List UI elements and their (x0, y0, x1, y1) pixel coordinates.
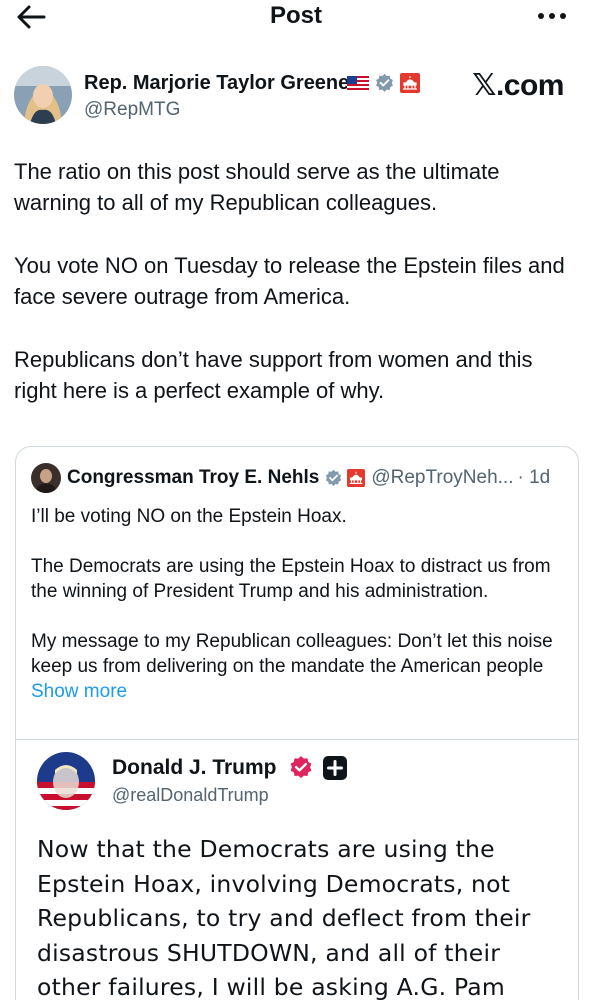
pink-verified-icon (290, 756, 312, 779)
nested-text: Now that the Democrats are using the Eps… (37, 835, 531, 1000)
quoted-paragraph: I’ll be voting NO on the Epstein Hoax. (31, 506, 347, 527)
nested-quoted-post[interactable]: Donald J. Trump @realDonaldTrump Now tha… (16, 739, 578, 1000)
quoted-text: I’ll be voting NO on the Epstein Hoax. T… (31, 504, 561, 729)
post-text: The ratio on this post should serve as t… (14, 156, 579, 438)
top-bar: Post (0, 0, 592, 40)
post-paragraph: Republicans don’t have support from wome… (14, 347, 539, 403)
capitol-icon (347, 469, 366, 487)
quoted-post-header: Congressman Troy E. Nehls @RepTroyNeh...… (31, 463, 571, 493)
quoted-avatar (31, 463, 61, 493)
us-flag-icon (347, 75, 369, 91)
author-name[interactable]: Rep. Marjorie Taylor Greene (84, 72, 349, 95)
author-handle[interactable]: @RepMTG (84, 99, 180, 121)
nested-handle: @realDonaldTrump (112, 785, 269, 805)
xcom-watermark: 𝕏.com (472, 69, 564, 102)
quoted-author-name: Congressman Troy E. Nehls (67, 467, 320, 488)
gray-verified-icon (326, 469, 342, 486)
nested-badges (288, 755, 348, 781)
author-badges (347, 72, 420, 94)
quoted-timestamp: · 1d (517, 467, 551, 488)
capitol-icon (400, 73, 420, 93)
nested-author-name: Donald J. Trump (112, 756, 277, 779)
plus-badge-icon (323, 756, 347, 780)
quoted-handle: @RepTroyNeh... (371, 467, 514, 488)
more-button[interactable] (536, 6, 568, 26)
avatar[interactable] (14, 66, 72, 124)
page-title: Post (269, 2, 322, 29)
quoted-badges (324, 469, 366, 488)
post-paragraph: The ratio on this post should serve as t… (14, 159, 506, 215)
quoted-paragraph: The Democrats are using the Epstein Hoax… (31, 556, 551, 602)
post-author: Rep. Marjorie Taylor Greene @RepMTG 𝕏.co… (14, 66, 578, 126)
quoted-post[interactable]: Congressman Troy E. Nehls @RepTroyNeh...… (15, 446, 579, 1000)
gray-verified-icon (376, 73, 393, 92)
more-horizontal-icon (538, 13, 566, 19)
post-paragraph: You vote NO on Tuesday to release the Ep… (14, 253, 571, 309)
quoted-paragraph-text: My message to my Republican colleagues: … (31, 631, 553, 677)
quoted-paragraph: My message to my Republican colleagues: … (31, 629, 561, 704)
show-more-link[interactable]: Show more (31, 681, 127, 702)
nested-avatar (37, 752, 95, 810)
